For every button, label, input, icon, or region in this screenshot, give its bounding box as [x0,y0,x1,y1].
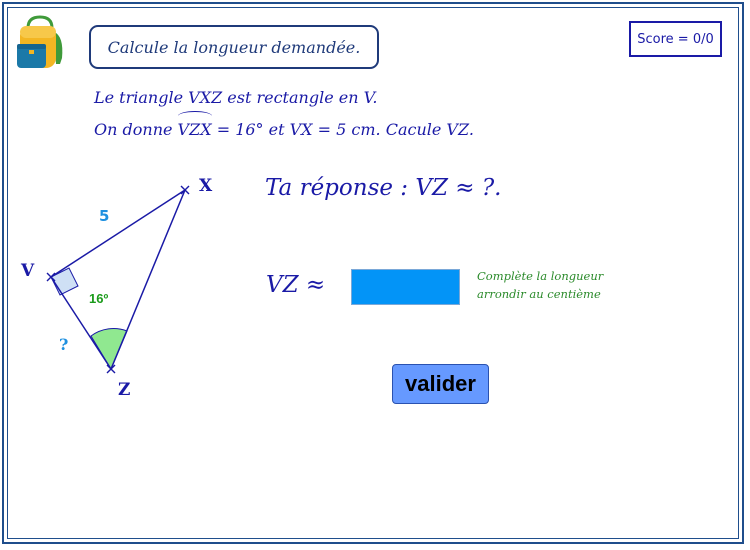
hint-line-2: arrondir au centième [477,287,601,301]
triangle-figure: X V Z 5 ? 16º [20,176,213,400]
vertex-label-x: X [199,176,213,196]
right-angle-marker [50,267,79,296]
side-xz [110,189,186,370]
side-label-vz: ? [59,335,68,354]
vertex-label-v: V [20,261,35,281]
side-vx [50,189,186,278]
answer-prompt: Ta réponse : VZ ≈ ?. [265,175,502,201]
answer-hint: Complète la longueur arrondir au centièm… [477,267,603,303]
side-label-vx: 5 [99,207,109,225]
answer-input[interactable] [351,269,460,305]
hint-line-1: Complète la longueur [477,269,604,283]
validate-button[interactable]: valider [392,364,489,404]
angle-sector [90,328,128,371]
score-display: Score = 0/0 [629,21,722,57]
answer-label: VZ ≈ [266,272,326,298]
vertex-label-z: Z [118,380,130,400]
angle-label-z: 16º [89,291,108,306]
